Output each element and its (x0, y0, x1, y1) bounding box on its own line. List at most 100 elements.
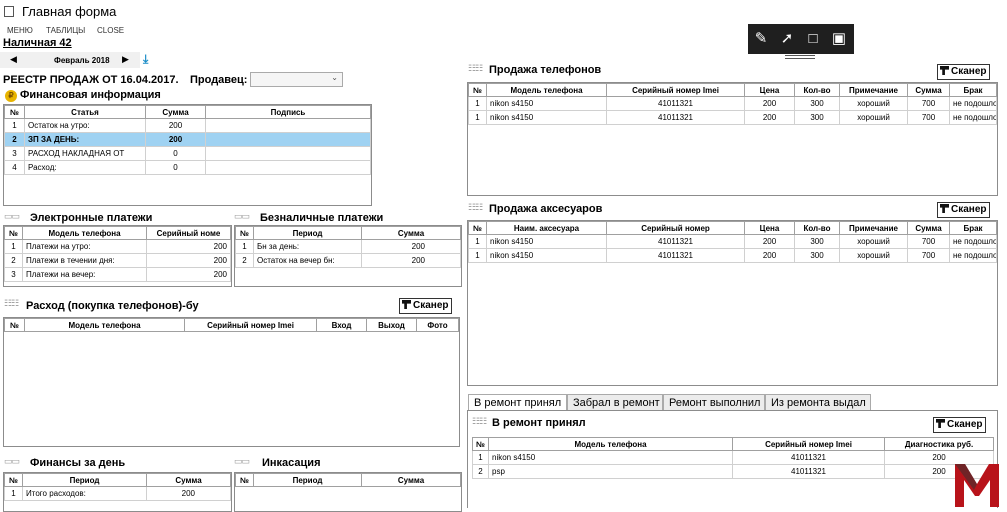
col-header: № (4, 318, 25, 332)
menu-item-tables[interactable]: ТАБЛИЦЫ (46, 26, 85, 35)
expense-table: № Модель телефона Серийный номер Imei Вх… (4, 318, 459, 332)
e-payments-table: № Модель телефона Серийный номе 1 Платеж… (4, 226, 231, 282)
col-header: Модель телефона (486, 83, 607, 97)
cell: Итого расходов: (22, 486, 147, 501)
tab-repair-done[interactable]: Ремонт выполнил (663, 394, 765, 411)
col-header: Сумма (907, 221, 950, 235)
table-row[interactable]: 2 Остаток на вечер бн: 200 (235, 253, 461, 268)
col-header: № (468, 83, 487, 97)
phone-sales-title: Продажа телефонов (489, 64, 602, 76)
scanner-label: Сканер (951, 204, 987, 215)
cell: 200 (744, 248, 795, 263)
tab-repair-accepted[interactable]: В ремонт принял (468, 394, 567, 411)
scanner-button[interactable]: Сканер (399, 298, 452, 314)
col-header: Серийный номе (146, 226, 231, 240)
menu-item-close[interactable]: CLOSE (97, 26, 124, 35)
tab-repair-taken[interactable]: Забрал в ремонт (567, 394, 663, 411)
new-capture-icon[interactable]: ✎ (752, 30, 770, 48)
col-header: Цена (744, 83, 795, 97)
free-select-icon[interactable]: ➚ (778, 30, 796, 48)
cell: 41011321 (606, 234, 745, 249)
prev-month-icon[interactable]: ◀ (10, 54, 17, 65)
col-header: Серийный номер Imei (184, 318, 317, 332)
capture-toolbar: ✎ ➚ □ ▣ (748, 24, 854, 54)
table-row[interactable]: 1 Итого расходов: 200 (4, 486, 231, 501)
table-row[interactable]: 1 Бн за день: 200 (235, 239, 461, 254)
scanner-label: Сканер (947, 419, 983, 430)
cell: Расход: (24, 160, 146, 175)
col-header: № (4, 226, 23, 240)
cell: РАСХОД НАКЛАДНАЯ ОТ (24, 146, 146, 161)
table-row[interactable]: 3 РАСХОД НАКЛАДНАЯ ОТ 0 (4, 146, 371, 161)
col-header: Наим. аксесуара (486, 221, 607, 235)
col-header: Сумма (361, 226, 461, 240)
col-header: Модель телефона (22, 226, 147, 240)
cell: 300 (794, 234, 840, 249)
acc-sales-table: № Наим. аксесуара Серийный номер Цена Ко… (468, 221, 997, 263)
screen-select-icon[interactable]: ▣ (830, 30, 848, 48)
table-row[interactable]: 2 Платежи в течении дня: 200 (4, 253, 231, 268)
cell: 3 (4, 146, 25, 161)
section-icon: ☷☷ (468, 63, 483, 73)
cell: 200 (744, 110, 795, 125)
next-month-icon[interactable]: ▶ (122, 54, 129, 65)
cell: 2 (472, 464, 489, 479)
table-row[interactable]: 1 nikon s4150 41011321 200 300 хороший 7… (468, 110, 997, 125)
table-row[interactable]: 1 Платежи на утро: 200 (4, 239, 231, 254)
table-header-row: № Модель телефона Серийный номер Imei Ди… (472, 437, 994, 451)
cell: 200 (145, 132, 206, 147)
col-header: Сумма (146, 473, 231, 487)
cell: nikon s4150 (488, 450, 733, 465)
cell: 200 (145, 118, 206, 133)
cell: 1 (472, 450, 489, 465)
encashment-table: № Период Сумма (235, 473, 461, 487)
table-header-row: № Модель телефона Серийный номер Imei Вх… (4, 318, 459, 332)
scanner-button[interactable]: Сканер (933, 417, 986, 433)
store-name[interactable]: Наличная 42 (3, 37, 72, 49)
repair-title: В ремонт принял (492, 417, 586, 429)
window-select-icon[interactable]: □ (804, 30, 822, 48)
table-row[interactable]: 1 nikon s4150 41011321 200 300 хороший 7… (468, 234, 997, 249)
scanner-button[interactable]: Сканер (937, 64, 990, 80)
table-row[interactable]: 2 psp 41011321 200 (472, 464, 994, 479)
cell: 0 (145, 160, 206, 175)
table-row[interactable]: 3 Платежи на вечер: 200 (4, 267, 231, 282)
table-row[interactable]: 1 Остаток на утро: 200 (4, 118, 371, 133)
col-header: Кол-во (794, 221, 840, 235)
table-row-selected[interactable]: 2 ЗП ЗА ДЕНЬ: 200 (4, 132, 371, 147)
menu-item-menu[interactable]: МЕНЮ (7, 26, 33, 35)
cell: Платежи на вечер: (22, 267, 147, 282)
e-payments-title: Электронные платежи (30, 212, 153, 224)
cell: не подошло (949, 110, 997, 125)
cell: nikon s4150 (486, 110, 607, 125)
brand-logo-icon (955, 464, 999, 507)
cell: Остаток на утро: (24, 118, 146, 133)
cell: 700 (907, 234, 950, 249)
table-header-row: № Статья Сумма Подпись (4, 105, 371, 119)
cell: 2 (235, 253, 254, 268)
table-row[interactable]: 4 Расход: 0 (4, 160, 371, 175)
tab-repair-returned[interactable]: Из ремонта выдал (765, 394, 871, 411)
ruble-coin-icon: ₽ (5, 90, 17, 102)
col-header: Фото (416, 318, 459, 332)
seller-select[interactable]: ⌄ (250, 72, 343, 87)
table-header-row: № Период Сумма (235, 473, 461, 487)
toolbar-grip[interactable] (785, 55, 815, 59)
col-header: Примечание (839, 83, 908, 97)
cell: хороший (839, 96, 908, 111)
repair-table: № Модель телефона Серийный номер Imei Ди… (472, 437, 994, 479)
table-row[interactable]: 1 nikon s4150 41011321 200 300 хороший 7… (468, 96, 997, 111)
download-icon[interactable]: ⤓ (143, 52, 148, 67)
col-header: Сумма (361, 473, 461, 487)
col-header: Диагностика руб. (884, 437, 994, 451)
cell: 1 (468, 110, 487, 125)
cell: ЗП ЗА ДЕНЬ: (24, 132, 146, 147)
scanner-button[interactable]: Сканер (937, 202, 990, 218)
cell: 300 (794, 248, 840, 263)
table-row[interactable]: 1 nikon s4150 41011321 200 (472, 450, 994, 465)
cell: 41011321 (606, 96, 745, 111)
table-row[interactable]: 1 nikon s4150 41011321 200 300 хороший 7… (468, 248, 997, 263)
fin-day-title: Финансы за день (30, 457, 126, 469)
cell: хороший (839, 234, 908, 249)
col-header: Брак (949, 221, 997, 235)
